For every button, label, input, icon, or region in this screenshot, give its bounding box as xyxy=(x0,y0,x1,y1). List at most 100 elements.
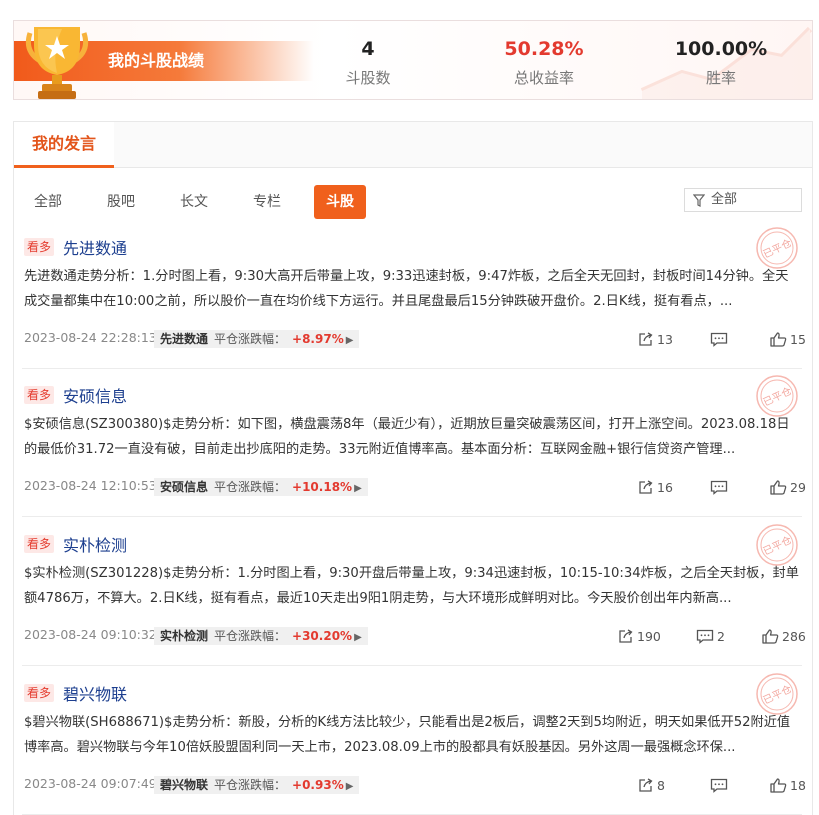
tab-column[interactable]: 专栏 xyxy=(241,185,293,219)
comment-icon xyxy=(710,332,728,347)
filter-dropdown-value: 全部 xyxy=(711,192,738,207)
share-count: 190 xyxy=(637,628,661,644)
comment-button[interactable] xyxy=(710,329,731,349)
share-icon xyxy=(639,331,653,346)
svg-text:已平仓: 已平仓 xyxy=(761,236,794,260)
comment-count: 2 xyxy=(717,628,725,644)
my-posts-panel: 我的发言 全部 股吧 长文 专栏 斗股 全部 看多 先进数通 已平仓 先进数通走… xyxy=(13,121,813,815)
share-icon xyxy=(619,628,633,643)
tag-stock-name: 先进数通 xyxy=(160,332,209,346)
tag-gain-value: +8.97% xyxy=(292,332,344,346)
stat-return: 50.28% 总收益率 xyxy=(474,37,614,88)
post-timestamp: 2023-08-24 22:28:13 xyxy=(24,330,157,345)
like-count: 15 xyxy=(790,331,806,347)
svg-text:已平仓: 已平仓 xyxy=(761,682,794,706)
like-button[interactable]: 15 xyxy=(770,329,806,349)
post-footer: 2023-08-24 09:07:49 碧兴物联 平仓涨跌幅： +0.93% ▶ 8 xyxy=(24,775,806,795)
post-header: 看多 碧兴物联 xyxy=(24,681,127,705)
tab-long-article[interactable]: 长文 xyxy=(168,185,220,219)
post-timestamp: 2023-08-24 09:07:49 xyxy=(24,776,157,791)
sentiment-badge: 看多 xyxy=(24,238,55,256)
share-button[interactable]: 190 xyxy=(618,626,661,646)
svg-text:已平仓: 已平仓 xyxy=(761,384,794,408)
stat-return-value: 50.28% xyxy=(504,38,584,60)
post-timestamp: 2023-08-24 12:10:53 xyxy=(24,478,157,493)
position-result-tag[interactable]: 碧兴物联 平仓涨跌幅： +0.93% ▶ xyxy=(154,776,360,794)
position-result-tag[interactable]: 安硕信息 平仓涨跌幅： +10.18% ▶ xyxy=(154,478,368,496)
tab-dougu[interactable]: 斗股 xyxy=(314,185,366,219)
tag-label: 平仓涨跌幅： xyxy=(214,629,287,643)
comment-button[interactable]: 2 xyxy=(696,626,725,646)
comment-button[interactable] xyxy=(710,477,731,497)
comment-icon xyxy=(710,480,728,495)
like-count: 18 xyxy=(790,777,806,793)
share-button[interactable]: 8 xyxy=(638,775,665,795)
thumbs-up-icon xyxy=(770,331,787,347)
share-button[interactable]: 16 xyxy=(638,477,673,497)
svg-text:已平仓: 已平仓 xyxy=(761,533,794,557)
post-item: 看多 碧兴物联 已平仓 $碧兴物联(SH688671)$走势分析：新股，分析的K… xyxy=(22,667,806,815)
play-arrow-icon: ▶ xyxy=(354,632,362,643)
tag-label: 平仓涨跌幅： xyxy=(214,778,287,792)
stock-name-link[interactable]: 安硕信息 xyxy=(63,383,127,407)
stock-name-link[interactable]: 先进数通 xyxy=(63,235,127,259)
thumbs-up-icon xyxy=(770,777,787,793)
play-arrow-icon: ▶ xyxy=(345,781,354,792)
tag-label: 平仓涨跌幅： xyxy=(214,480,287,494)
share-count: 8 xyxy=(657,777,665,793)
tab-all[interactable]: 全部 xyxy=(22,185,74,219)
post-footer: 2023-08-24 22:28:13 先进数通 平仓涨跌幅： +8.97% ▶ 13 xyxy=(24,329,806,349)
stat-count-value: 4 xyxy=(361,38,375,60)
stat-return-label: 总收益率 xyxy=(513,69,574,87)
like-count: 286 xyxy=(782,628,806,644)
panel-title-tab[interactable]: 我的发言 xyxy=(14,122,114,168)
like-button[interactable]: 286 xyxy=(762,626,806,646)
tag-gain-value: +0.93% xyxy=(292,778,344,792)
filter-dropdown[interactable]: 全部 xyxy=(684,188,802,212)
play-arrow-icon: ▶ xyxy=(354,483,362,494)
tab-guba[interactable]: 股吧 xyxy=(95,185,147,219)
post-content[interactable]: $安硕信息(SZ300380)$走势分析：如下图，横盘震荡8年（最近少有），近期… xyxy=(24,412,800,462)
like-button[interactable]: 29 xyxy=(770,477,806,497)
post-header: 看多 安硕信息 xyxy=(24,383,127,407)
stats-banner: 我的斗股战绩 4 斗股数 50.28% 总收益率 100.00% 胜率 xyxy=(13,20,813,100)
share-icon xyxy=(639,479,653,494)
post-content[interactable]: $碧兴物联(SH688671)$走势分析：新股，分析的K线方法比较少，只能看出是… xyxy=(24,710,800,760)
filter-tabs: 全部 股吧 长文 专栏 斗股 xyxy=(22,185,387,219)
tag-gain-value: +10.18% xyxy=(292,480,353,494)
stock-name-link[interactable]: 实朴检测 xyxy=(63,532,127,556)
stat-count-label: 斗股数 xyxy=(345,69,391,87)
share-icon xyxy=(639,777,653,792)
panel-header: 我的发言 xyxy=(14,122,812,168)
stat-winrate-label: 胜率 xyxy=(705,69,736,87)
trophy-icon xyxy=(25,27,89,99)
post-content[interactable]: $实朴检测(SZ301228)$走势分析：1.分时图上看，9:30开盘后带量上攻… xyxy=(24,561,800,611)
post-content[interactable]: 先进数通走势分析：1.分时图上看，9:30大高开后带量上攻，9:33迅速封板，9… xyxy=(24,264,800,314)
tag-gain-value: +30.20% xyxy=(292,629,353,643)
sentiment-badge: 看多 xyxy=(24,684,55,702)
post-timestamp: 2023-08-24 09:10:32 xyxy=(24,627,157,642)
stat-winrate-value: 100.00% xyxy=(674,38,768,60)
sentiment-badge: 看多 xyxy=(24,386,55,404)
share-count: 13 xyxy=(657,331,673,347)
position-result-tag[interactable]: 实朴检测 平仓涨跌幅： +30.20% ▶ xyxy=(154,627,368,645)
tag-stock-name: 碧兴物联 xyxy=(160,778,209,792)
stock-name-link[interactable]: 碧兴物联 xyxy=(63,681,127,705)
post-item: 看多 安硕信息 已平仓 $安硕信息(SZ300380)$走势分析：如下图，横盘震… xyxy=(22,369,806,517)
position-result-tag[interactable]: 先进数通 平仓涨跌幅： +8.97% ▶ xyxy=(154,330,360,348)
post-footer: 2023-08-24 12:10:53 安硕信息 平仓涨跌幅： +10.18% ▶ 1… xyxy=(24,477,806,497)
post-header: 看多 先进数通 xyxy=(24,235,127,259)
stat-winrate: 100.00% 胜率 xyxy=(651,37,791,88)
tag-stock-name: 安硕信息 xyxy=(160,480,209,494)
post-item: 看多 先进数通 已平仓 先进数通走势分析：1.分时图上看，9:30大高开后带量上… xyxy=(22,221,806,369)
comment-icon xyxy=(710,778,728,793)
banner-title: 我的斗股战绩 xyxy=(108,51,205,70)
share-button[interactable]: 13 xyxy=(638,329,673,349)
play-arrow-icon: ▶ xyxy=(345,335,354,346)
sentiment-badge: 看多 xyxy=(24,535,55,553)
post-header: 看多 实朴检测 xyxy=(24,532,127,556)
like-count: 29 xyxy=(790,479,806,495)
comment-button[interactable] xyxy=(710,775,731,795)
thumbs-up-icon xyxy=(770,479,787,495)
like-button[interactable]: 18 xyxy=(770,775,806,795)
